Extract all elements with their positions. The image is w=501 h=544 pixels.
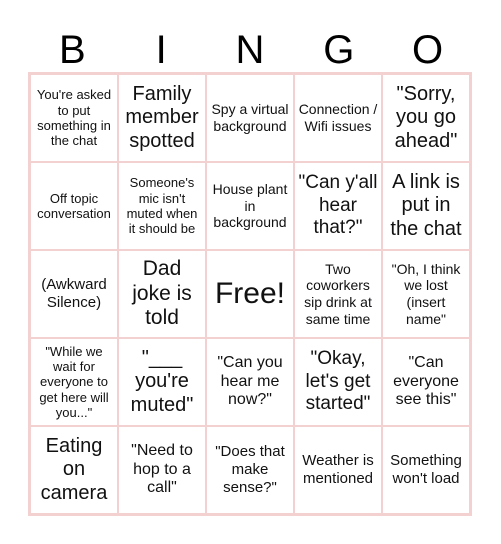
bingo-cell[interactable]: "Okay, let's get started" bbox=[294, 338, 382, 426]
cell-text: "While we wait for everyone to get here … bbox=[39, 343, 109, 420]
bingo-cell[interactable]: Off topic conversation bbox=[30, 162, 118, 250]
free-space-text: Free! bbox=[214, 277, 286, 311]
bingo-cell[interactable]: Connection / Wifi issues bbox=[294, 74, 382, 162]
bingo-cell[interactable]: Eating on camera bbox=[30, 426, 118, 514]
cell-text: Spy a virtual background bbox=[211, 101, 289, 134]
bingo-cell[interactable]: "While we wait for everyone to get here … bbox=[30, 338, 118, 426]
cell-text: You're asked to put something in the cha… bbox=[36, 87, 112, 149]
cell-text: Eating on camera bbox=[40, 434, 108, 504]
cell-text: Family member spotted bbox=[125, 82, 199, 152]
bingo-cell[interactable]: "Sorry, you go ahead" bbox=[382, 74, 470, 162]
cell-text: "Can everyone see this" bbox=[393, 353, 459, 409]
bingo-cell[interactable]: Dad joke is told bbox=[118, 250, 206, 338]
bingo-cell[interactable]: Something won't load bbox=[382, 426, 470, 514]
bingo-cell[interactable]: Two coworkers sip drink at same time bbox=[294, 250, 382, 338]
cell-text: "Sorry, you go ahead" bbox=[394, 82, 458, 152]
bingo-cell[interactable]: A link is put in the chat bbox=[382, 162, 470, 250]
bingo-cell[interactable]: "Oh, I think we lost (insert name" bbox=[382, 250, 470, 338]
bingo-cell[interactable]: "Need to hop to a call" bbox=[118, 426, 206, 514]
cell-text: "Can y'all hear that?" bbox=[298, 172, 378, 239]
bingo-grid: You're asked to put something in the cha… bbox=[28, 72, 472, 516]
bingo-header: B I N G O bbox=[28, 24, 472, 72]
bingo-cell[interactable]: "Does that make sense?" bbox=[206, 426, 294, 514]
cell-text: Connection / Wifi issues bbox=[298, 101, 378, 134]
cell-text: "Can you hear me now?" bbox=[217, 353, 283, 409]
header-letter-g: G bbox=[323, 28, 355, 72]
cell-text: House plant in background bbox=[212, 181, 288, 231]
bingo-cell[interactable]: "Can everyone see this" bbox=[382, 338, 470, 426]
bingo-cell[interactable]: Family member spotted bbox=[118, 74, 206, 162]
cell-text: Weather is mentioned bbox=[302, 452, 374, 487]
bingo-cell[interactable]: Someone's mic isn't muted when it should… bbox=[118, 162, 206, 250]
cell-text: "Need to hop to a call" bbox=[131, 441, 193, 497]
cell-text: Someone's mic isn't muted when it should… bbox=[126, 175, 198, 237]
cell-text: "Does that make sense?" bbox=[215, 443, 285, 496]
bingo-cell[interactable]: House plant in background bbox=[206, 162, 294, 250]
header-letter-b: B bbox=[59, 28, 86, 72]
bingo-cell[interactable]: "Can you hear me now?" bbox=[206, 338, 294, 426]
bingo-cell[interactable]: (Awkward Silence) bbox=[30, 250, 118, 338]
cell-text: Something won't load bbox=[390, 452, 462, 487]
free-space-cell[interactable]: Free! bbox=[206, 250, 294, 338]
bingo-cell[interactable]: Spy a virtual background bbox=[206, 74, 294, 162]
cell-text: Off topic conversation bbox=[37, 190, 111, 221]
cell-text: "___ you're muted" bbox=[130, 346, 194, 416]
cell-text: Dad joke is told bbox=[132, 256, 192, 330]
cell-text: "Okay, let's get started" bbox=[305, 348, 371, 415]
header-letter-n: N bbox=[235, 28, 265, 72]
cell-text: A link is put in the chat bbox=[390, 170, 462, 240]
bingo-cell[interactable]: Weather is mentioned bbox=[294, 426, 382, 514]
cell-text: "Oh, I think we lost (insert name" bbox=[391, 260, 461, 327]
header-letter-o: O bbox=[412, 28, 444, 72]
bingo-cell[interactable]: "___ you're muted" bbox=[118, 338, 206, 426]
cell-text: (Awkward Silence) bbox=[41, 276, 107, 311]
bingo-cell[interactable]: You're asked to put something in the cha… bbox=[30, 74, 118, 162]
bingo-cell[interactable]: "Can y'all hear that?" bbox=[294, 162, 382, 250]
cell-text: Two coworkers sip drink at same time bbox=[304, 260, 372, 327]
header-letter-i: I bbox=[155, 28, 167, 72]
